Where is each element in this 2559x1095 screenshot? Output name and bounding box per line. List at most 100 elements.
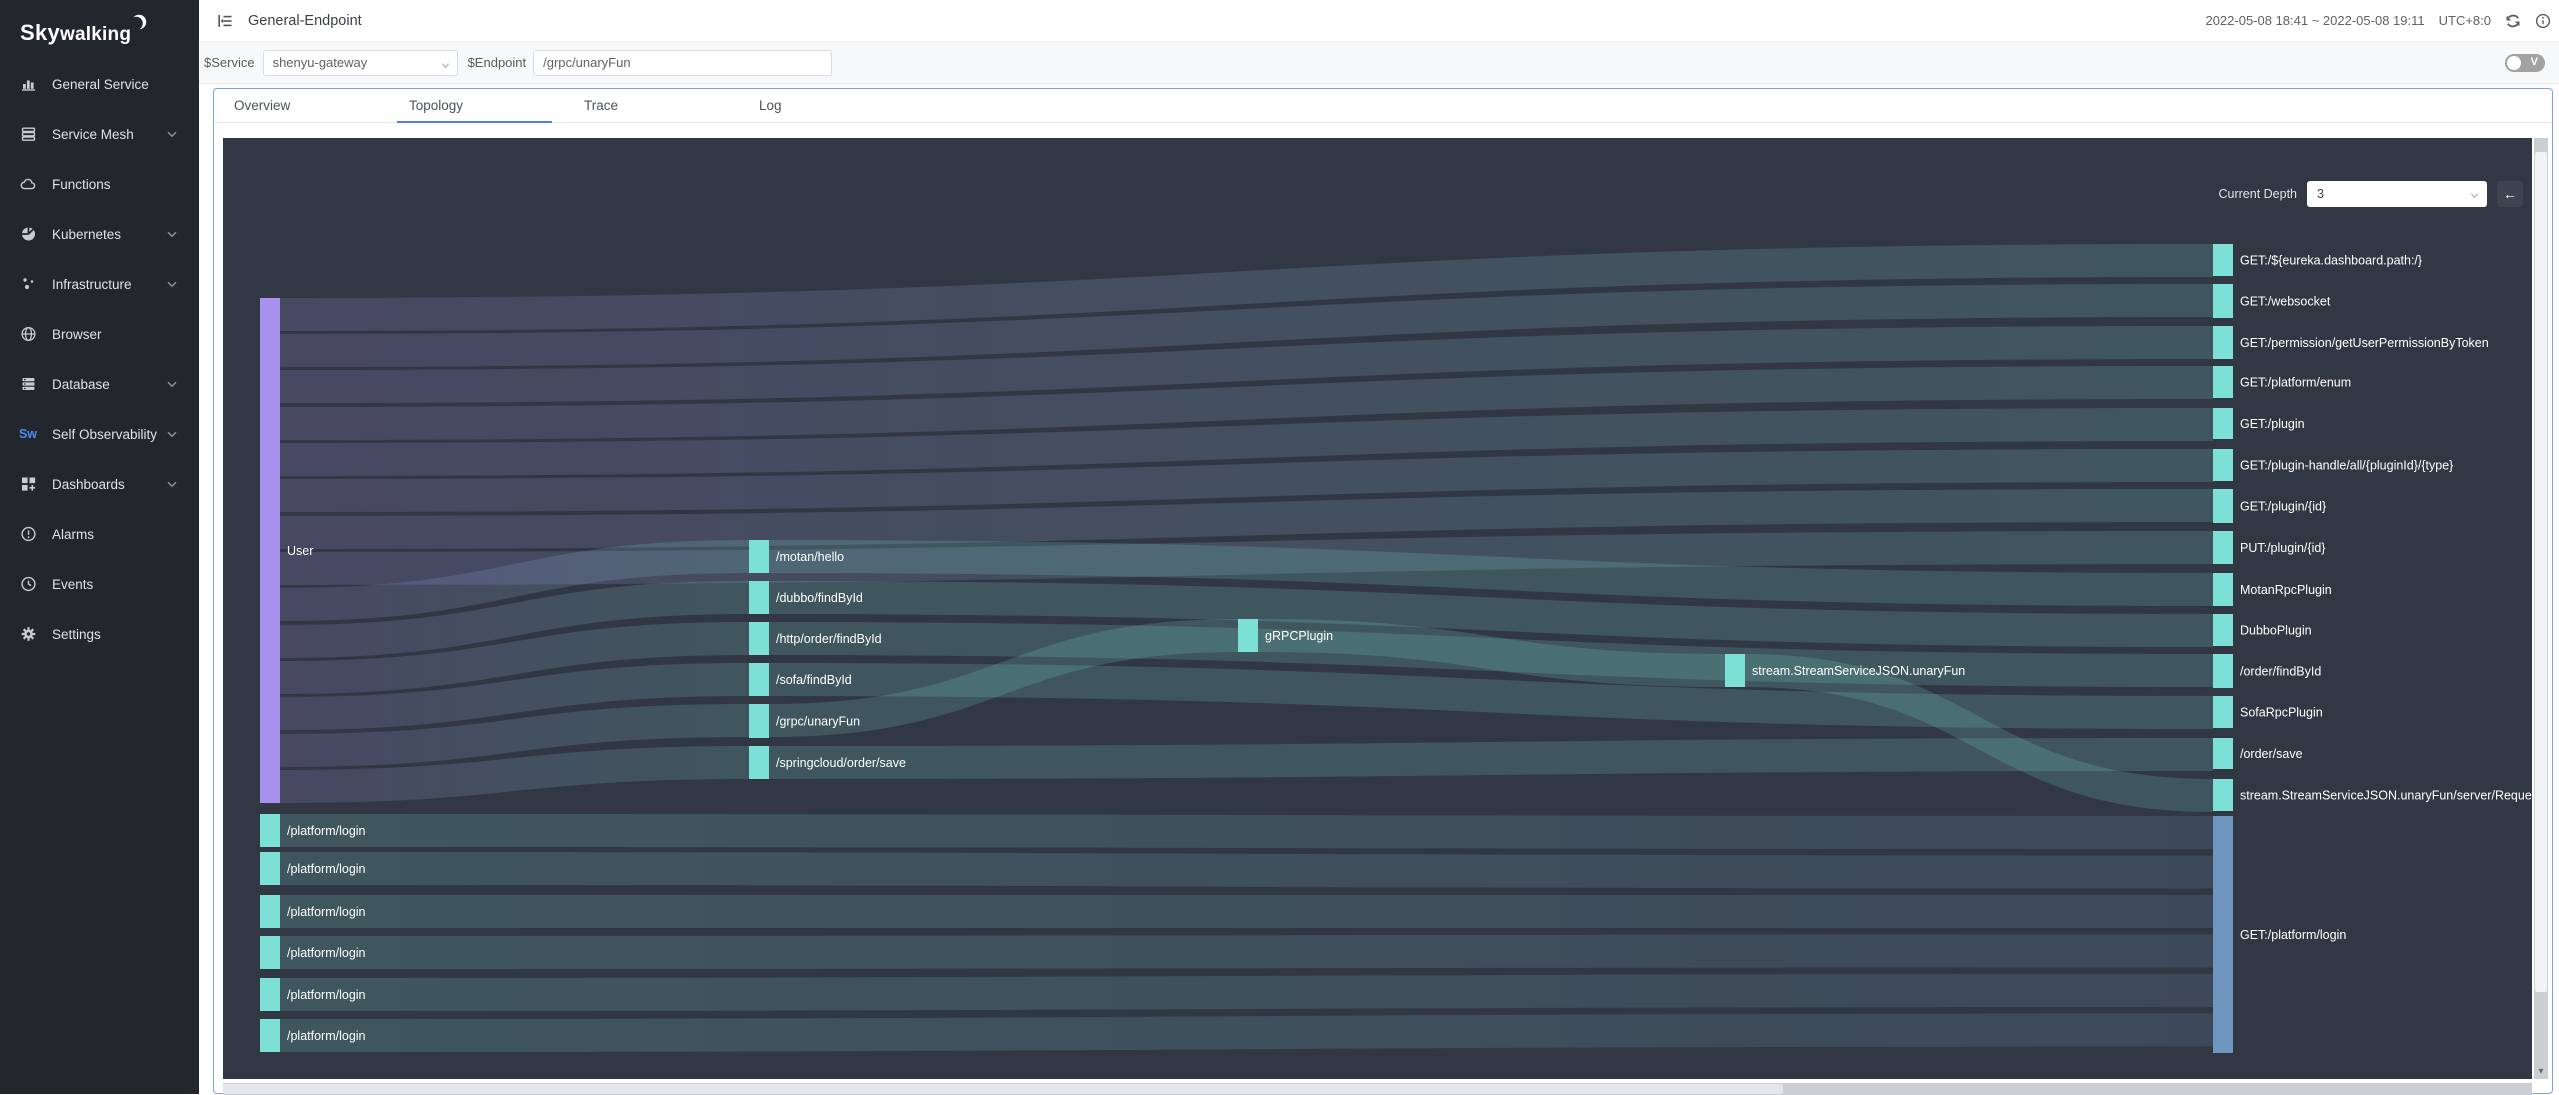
sankey-node-get-plugin-id-[interactable] [2213,489,2233,523]
sankey-node-motanrpcplugin[interactable] [2213,573,2233,606]
filter-bar: $Service shenyu-gateway $Endpoint V [199,42,2559,84]
sidebar-item-label: Events [52,577,93,592]
sankey-node--order-findbyid[interactable] [2213,654,2233,688]
service-select[interactable]: shenyu-gateway [263,50,458,76]
sankey-node-get-plugin-handle-all-pluginid-type-[interactable] [2213,449,2233,481]
sankey-link-p6-r15[interactable] [280,1014,2213,1053]
sankey-node--platform-login[interactable] [260,1019,280,1052]
vertical-scrollbar-thumb[interactable] [2535,152,2547,992]
sankey-node-get-platform-login[interactable] [2213,816,2233,1053]
sidebar-item-settings[interactable]: Settings [0,609,199,659]
sankey-node-label: DubboPlugin [2240,624,2312,638]
menu-fold-icon[interactable] [216,12,234,30]
horizontal-scrollbar-thumb[interactable] [223,1084,1783,1094]
sidebar-item-alarms[interactable]: Alarms [0,509,199,559]
sidebar-item-events[interactable]: Events [0,559,199,609]
chevron-down-icon [441,61,449,69]
sankey-node-label: /platform/login [287,946,366,960]
sidebar-item-database[interactable]: Database [0,359,199,409]
time-range[interactable]: 2022-05-08 18:41 ~ 2022-05-08 19:11 [2205,13,2424,28]
sankey-node-label: GET:/${eureka.dashboard.path:/} [2240,254,2422,268]
sankey-node-label: /platform/login [287,905,366,919]
info-icon[interactable] [2535,13,2551,29]
endpoint-topology-sankey: User/platform/login/platform/login/platf… [223,138,2532,1079]
topbar: General-Endpoint 2022-05-08 18:41 ~ 2022… [199,0,2559,42]
tab-log[interactable]: Log [747,89,922,122]
sankey-link-p5-r15[interactable] [280,974,2213,1011]
sankey-node--springcloud-order-save[interactable] [749,746,769,779]
layers-icon [18,125,38,143]
back-button[interactable]: ← [2497,181,2523,207]
sidebar-item-label: Kubernetes [52,227,121,242]
sankey-node-label: /platform/login [287,862,366,876]
sankey-node--platform-login[interactable] [260,895,280,928]
sankey-node--sofa-findbyid[interactable] [749,663,769,696]
view-toggle[interactable]: V [2505,54,2545,72]
sankey-node-label: /platform/login [287,988,366,1002]
sidebar-item-label: Self Observability [52,427,157,442]
tab-trace[interactable]: Trace [572,89,747,122]
sidebar-item-infrastructure[interactable]: Infrastructure [0,259,199,309]
depth-select[interactable]: 3 [2307,181,2487,207]
endpoint-filter-label: $Endpoint [468,55,527,70]
sankey-node-label: GET:/platform/enum [2240,376,2351,390]
sidebar-item-browser[interactable]: Browser [0,309,199,359]
sankey-node-label: GET:/plugin-handle/all/{pluginId}/{type} [2240,459,2453,473]
sankey-node-label: User [287,544,313,558]
sankey-node--http-order-findbyid[interactable] [749,622,769,655]
sankey-node-get-eureka-dashboard-path-[interactable] [2213,244,2233,276]
chevron-down-icon [167,431,177,438]
sankey-node--dubbo-findbyid[interactable] [749,581,769,614]
widget-card: OverviewTopologyTraceLog Current Depth 3… [213,88,2553,1094]
endpoint-input[interactable] [533,50,832,76]
cloud-icon [18,175,38,193]
sankey-node-dubboplugin[interactable] [2213,614,2233,646]
vertical-scrollbar[interactable]: ▾ [2534,138,2548,1079]
sidebar-item-general-service[interactable]: General Service [0,59,199,109]
sankey-link-p1-r15[interactable] [280,814,2213,849]
chevron-down-icon [167,481,177,488]
scroll-down-arrow-icon[interactable]: ▾ [2534,1066,2548,1077]
sidebar-item-label: Settings [52,627,101,642]
sankey-node-get-permission-getuserpermissionbytoken[interactable] [2213,326,2233,359]
sankey-node--order-save[interactable] [2213,738,2233,769]
sankey-node--platform-login[interactable] [260,852,280,885]
gear-icon [18,625,38,643]
tab-topology[interactable]: Topology [397,89,572,122]
tab-overview[interactable]: Overview [222,89,397,122]
sankey-node-grpcplugin[interactable] [1238,619,1258,652]
sidebar-item-dashboards[interactable]: Dashboards [0,459,199,509]
sankey-node-put-plugin-id-[interactable] [2213,531,2233,564]
sankey-node-label: /http/order/findById [776,632,882,646]
sankey-node--grpc-unaryfun[interactable] [749,704,769,738]
sankey-node-user[interactable] [260,298,280,803]
sankey-node-sofarpcplugin[interactable] [2213,696,2233,728]
sankey-node-get-platform-enum[interactable] [2213,366,2233,398]
sankey-node-label: /sofa/findById [776,673,852,687]
timezone-label[interactable]: UTC+8:0 [2439,13,2491,28]
sankey-node--platform-login[interactable] [260,978,280,1011]
sidebar-item-service-mesh[interactable]: Service Mesh [0,109,199,159]
sankey-link-p2-r15[interactable] [280,852,2213,889]
sankey-node-label: GET:/platform/login [2240,928,2346,942]
sankey-node-get-plugin[interactable] [2213,408,2233,439]
horizontal-scrollbar[interactable] [223,1083,2532,1095]
refresh-icon[interactable] [2505,13,2521,29]
sidebar-item-label: Infrastructure [52,277,132,292]
sankey-link-p3-r15[interactable] [280,895,2213,928]
bar-chart-icon [18,75,38,93]
logo-text-secondary: walking [60,24,131,46]
sankey-node--platform-login[interactable] [260,936,280,969]
sankey-node-stream-streamservicejson-unaryfun-server-reque[interactable] [2213,779,2233,811]
sankey-node-label: /order/findById [2240,665,2321,679]
topbar-right: 2022-05-08 18:41 ~ 2022-05-08 19:11 UTC+… [2205,13,2559,29]
sankey-node-label: GET:/plugin [2240,417,2305,431]
sidebar-item-self-observability[interactable]: SwSelf Observability [0,409,199,459]
sidebar-item-kubernetes[interactable]: Kubernetes [0,209,199,259]
sankey-node--platform-login[interactable] [260,814,280,847]
sankey-node--motan-hello[interactable] [749,540,769,573]
sankey-node-stream-streamservicejson-unaryfun[interactable] [1725,654,1745,687]
sidebar-item-functions[interactable]: Functions [0,159,199,209]
sankey-link-p4-r15[interactable] [280,935,2213,970]
sankey-node-get-websocket[interactable] [2213,284,2233,318]
